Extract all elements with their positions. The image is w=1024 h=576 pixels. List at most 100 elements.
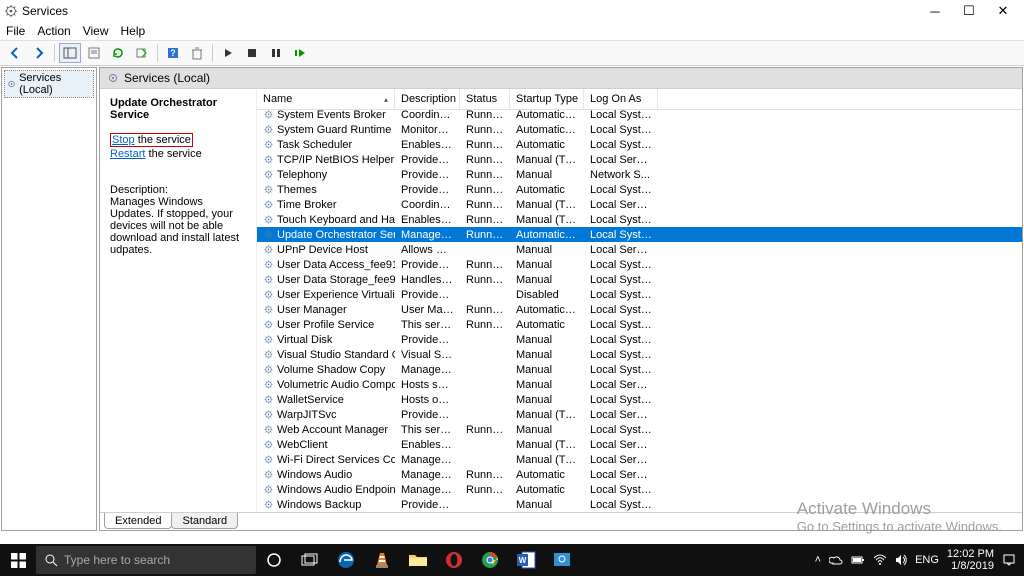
service-logon-cell: Local Syste... xyxy=(584,124,658,136)
service-name-cell: Volumetric Audio Composit... xyxy=(277,379,395,391)
cortana-icon[interactable] xyxy=(256,544,292,576)
start-button[interactable] xyxy=(0,544,36,576)
taskbar-app-services[interactable] xyxy=(544,544,580,576)
tree-root-services-local[interactable]: Services (Local) xyxy=(4,70,94,98)
taskbar-app-chrome[interactable] xyxy=(472,544,508,576)
delete-button[interactable] xyxy=(186,43,208,63)
show-hide-tree-button[interactable] xyxy=(59,43,81,63)
service-row[interactable]: Volumetric Audio Composit...Hosts spatia… xyxy=(257,377,1022,392)
service-row[interactable]: User Profile ServiceThis service ...Runn… xyxy=(257,317,1022,332)
back-button[interactable] xyxy=(4,43,26,63)
service-logon-cell: Local Service xyxy=(584,154,658,166)
taskbar-app-explorer[interactable] xyxy=(400,544,436,576)
service-row[interactable]: TelephonyProvides Tel...RunningManualNet… xyxy=(257,167,1022,182)
toolbar-separator xyxy=(157,44,158,62)
taskbar-app-word[interactable]: W xyxy=(508,544,544,576)
column-status[interactable]: Status xyxy=(460,89,510,109)
service-row[interactable]: Task SchedulerEnables a us...RunningAuto… xyxy=(257,137,1022,152)
restart-service-link[interactable]: Restart xyxy=(110,148,145,160)
description-text: Manages Windows Updates. If stopped, you… xyxy=(110,196,246,256)
service-startup-cell: Manual xyxy=(510,259,584,271)
tab-extended[interactable]: Extended xyxy=(104,513,172,529)
pause-service-button[interactable] xyxy=(265,43,287,63)
service-status-cell: Running xyxy=(460,424,510,436)
service-row[interactable]: WalletServiceHosts objec...ManualLocal S… xyxy=(257,392,1022,407)
help-button[interactable]: ? xyxy=(162,43,184,63)
service-row[interactable]: WebClientEnables Win...Manual (Trig...Lo… xyxy=(257,437,1022,452)
service-row[interactable]: WarpJITSvcProvides a JI...Manual (Trig..… xyxy=(257,407,1022,422)
service-row[interactable]: User ManagerUser Manag...RunningAutomati… xyxy=(257,302,1022,317)
menu-help[interactable]: Help xyxy=(121,24,146,38)
service-desc-cell: This service ... xyxy=(395,319,460,331)
service-row[interactable]: Visual Studio Standard Coll...Visual Stu… xyxy=(257,347,1022,362)
restart-suffix: the service xyxy=(145,148,201,160)
service-status-cell: Running xyxy=(460,259,510,271)
service-logon-cell: Local Syste... xyxy=(584,304,658,316)
tray-chevron-icon[interactable]: ˄ xyxy=(815,554,821,566)
gear-icon xyxy=(106,71,120,85)
service-row[interactable]: ThemesProvides us...RunningAutomaticLoca… xyxy=(257,182,1022,197)
refresh-button[interactable] xyxy=(107,43,129,63)
service-rows[interactable]: SynTPEnh Caller ServiceRunningAutomaticL… xyxy=(257,110,1022,512)
tray-volume-icon[interactable] xyxy=(895,553,907,567)
minimize-button[interactable]: ─ xyxy=(918,0,952,22)
column-name[interactable]: Name▴ xyxy=(257,89,395,109)
service-row[interactable]: User Data Storage_fee91aHandles sto...Ru… xyxy=(257,272,1022,287)
menu-view[interactable]: View xyxy=(83,24,109,38)
tray-cloud-icon[interactable] xyxy=(829,553,843,567)
menu-file[interactable]: File xyxy=(6,24,25,38)
taskbar-app-edge[interactable] xyxy=(328,544,364,576)
menu-action[interactable]: Action xyxy=(37,24,70,38)
service-logon-cell: Local Service xyxy=(584,379,658,391)
service-desc-cell: Provides us... xyxy=(395,184,460,196)
service-row[interactable]: Wi-Fi Direct Services Conne...Manages co… xyxy=(257,452,1022,467)
service-row[interactable]: TCP/IP NetBIOS HelperProvides su...Runni… xyxy=(257,152,1022,167)
column-startup-type[interactable]: Startup Type xyxy=(510,89,584,109)
tray-notifications-icon[interactable] xyxy=(1002,553,1016,567)
tray-clock[interactable]: 12:02 PM 1/8/2019 xyxy=(947,548,994,572)
service-row[interactable]: Touch Keyboard and Hand...Enables Tou...… xyxy=(257,212,1022,227)
service-row[interactable]: Virtual DiskProvides m...ManualLocal Sys… xyxy=(257,332,1022,347)
taskbar-app-vlc[interactable] xyxy=(364,544,400,576)
service-logon-cell: Local Syste... xyxy=(584,349,658,361)
service-row[interactable]: Volume Shadow CopyManages an...ManualLoc… xyxy=(257,362,1022,377)
service-logon-cell: Local Syste... xyxy=(584,319,658,331)
tray-language[interactable]: ENG xyxy=(915,554,939,566)
maximize-button[interactable]: ☐ xyxy=(952,0,986,22)
service-row[interactable]: User Experience Virtualizatio...Provides… xyxy=(257,287,1022,302)
gear-icon xyxy=(263,259,274,270)
service-row[interactable]: Time BrokerCoordinates...RunningManual (… xyxy=(257,197,1022,212)
forward-button[interactable] xyxy=(28,43,50,63)
stop-service-link[interactable]: Stop xyxy=(112,134,135,146)
taskbar-app-opera[interactable] xyxy=(436,544,472,576)
service-desc-cell: Enables a us... xyxy=(395,139,460,151)
start-service-button[interactable] xyxy=(217,43,239,63)
service-row[interactable]: Windows AudioManages au...RunningAutomat… xyxy=(257,467,1022,482)
service-startup-cell: Disabled xyxy=(510,289,584,301)
svg-text:?: ? xyxy=(170,48,176,58)
service-row[interactable]: User Data Access_fee91aProvides ap...Run… xyxy=(257,257,1022,272)
service-row[interactable]: Web Account ManagerThis service ...Runni… xyxy=(257,422,1022,437)
tab-standard[interactable]: Standard xyxy=(171,513,238,529)
restart-service-button[interactable] xyxy=(289,43,311,63)
service-row[interactable]: UPnP Device HostAllows UPn...ManualLocal… xyxy=(257,242,1022,257)
export-button[interactable] xyxy=(131,43,153,63)
service-startup-cell: Manual xyxy=(510,334,584,346)
column-log-on-as[interactable]: Log On As xyxy=(584,89,658,109)
gear-icon xyxy=(263,199,274,210)
service-row[interactable]: Update Orchestrator ServiceManages W...R… xyxy=(257,227,1022,242)
tray-wifi-icon[interactable] xyxy=(873,554,887,566)
properties-button[interactable] xyxy=(83,43,105,63)
service-name-cell: User Data Storage_fee91a xyxy=(277,274,395,286)
close-button[interactable]: ✕ xyxy=(986,0,1020,22)
stop-service-button[interactable] xyxy=(241,43,263,63)
gear-icon xyxy=(263,439,274,450)
tray-battery-icon[interactable] xyxy=(851,554,865,566)
service-row[interactable]: System Guard Runtime Mo...Monitors an...… xyxy=(257,122,1022,137)
service-row[interactable]: System Events BrokerCoordinates...Runnin… xyxy=(257,110,1022,122)
service-row[interactable]: Windows Audio Endpoint B...Manages au...… xyxy=(257,482,1022,497)
service-logon-cell: Local Syste... xyxy=(584,334,658,346)
column-description[interactable]: Description xyxy=(395,89,460,109)
taskbar-search[interactable]: Type here to search xyxy=(36,546,256,574)
task-view-icon[interactable] xyxy=(292,544,328,576)
